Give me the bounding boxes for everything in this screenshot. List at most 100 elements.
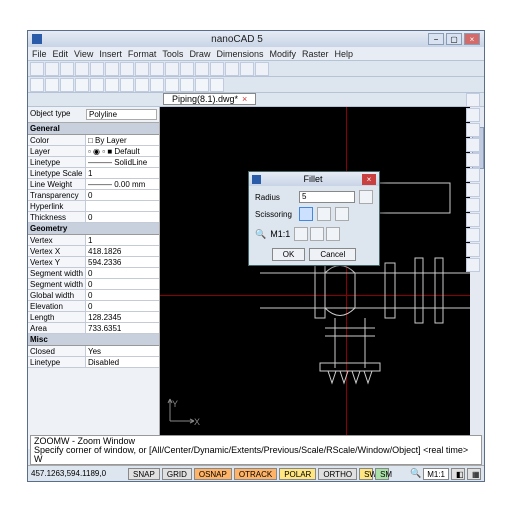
tool-icon[interactable] bbox=[165, 62, 179, 76]
prop-value[interactable]: 733.6351 bbox=[86, 323, 159, 333]
vtool-icon[interactable] bbox=[466, 108, 480, 122]
vtool-icon[interactable] bbox=[466, 93, 480, 107]
status-osnap[interactable]: OSNAP bbox=[194, 468, 232, 480]
prop-value[interactable]: ——— 0.00 mm bbox=[86, 179, 159, 189]
status-otrack[interactable]: OTRACK bbox=[234, 468, 277, 480]
tool-icon[interactable] bbox=[165, 78, 179, 92]
radius-input[interactable]: 5 bbox=[299, 191, 355, 203]
file-tab[interactable]: Piping(8.1).dwg*× bbox=[163, 93, 256, 105]
menu-file[interactable]: File bbox=[32, 47, 47, 60]
minimize-button[interactable]: − bbox=[428, 33, 444, 45]
tool-icon[interactable] bbox=[60, 62, 74, 76]
tool-icon[interactable] bbox=[30, 78, 44, 92]
tool-icon[interactable] bbox=[210, 78, 224, 92]
prop-value[interactable] bbox=[86, 201, 159, 211]
prop-value[interactable]: □ By Layer bbox=[86, 135, 159, 145]
prop-value[interactable]: Disabled bbox=[86, 357, 159, 367]
vtool-icon[interactable] bbox=[466, 213, 480, 227]
status-snap[interactable]: SNAP bbox=[128, 468, 160, 480]
tool-icon[interactable] bbox=[150, 62, 164, 76]
vtool-icon[interactable] bbox=[466, 123, 480, 137]
vtool-icon[interactable] bbox=[466, 258, 480, 272]
prop-value[interactable]: ▫ ◉ ▫ ■ Default bbox=[86, 146, 159, 156]
prop-value[interactable]: 0 bbox=[86, 268, 159, 278]
prop-value[interactable]: 1 bbox=[86, 168, 159, 178]
tool-icon[interactable] bbox=[45, 62, 59, 76]
dialog-tool-icon[interactable] bbox=[310, 227, 324, 241]
tool-icon[interactable] bbox=[150, 78, 164, 92]
tool-icon[interactable] bbox=[255, 62, 269, 76]
prop-value[interactable]: 594.2336 bbox=[86, 257, 159, 267]
tool-icon[interactable] bbox=[195, 62, 209, 76]
prop-value[interactable]: 418.1826 bbox=[86, 246, 159, 256]
menu-edit[interactable]: Edit bbox=[53, 47, 69, 60]
status-sm[interactable]: SM bbox=[375, 468, 389, 480]
menu-raster[interactable]: Raster bbox=[302, 47, 329, 60]
tool-icon[interactable] bbox=[45, 78, 59, 92]
prop-value[interactable]: 0 bbox=[86, 290, 159, 300]
status-ortho[interactable]: ORTHO bbox=[318, 468, 357, 480]
close-button[interactable]: × bbox=[464, 33, 480, 45]
tool-icon[interactable] bbox=[105, 78, 119, 92]
menu-insert[interactable]: Insert bbox=[99, 47, 122, 60]
tool-icon[interactable] bbox=[120, 78, 134, 92]
tool-icon[interactable] bbox=[75, 62, 89, 76]
prop-value[interactable]: 0 bbox=[86, 212, 159, 222]
tool-icon[interactable] bbox=[135, 62, 149, 76]
prop-value[interactable]: Yes bbox=[86, 346, 159, 356]
scissor-mode-icon[interactable] bbox=[299, 207, 313, 221]
file-tab-close-icon[interactable]: × bbox=[242, 93, 247, 105]
prop-value[interactable]: 0 bbox=[86, 279, 159, 289]
dialog-tool-icon[interactable] bbox=[326, 227, 340, 241]
prop-value[interactable]: 0 bbox=[86, 190, 159, 200]
status-extra-icon[interactable]: ▦ bbox=[467, 468, 481, 480]
tool-icon[interactable] bbox=[90, 78, 104, 92]
cancel-button[interactable]: Cancel bbox=[309, 248, 356, 261]
prop-value[interactable]: 1 bbox=[86, 235, 159, 245]
status-grid[interactable]: GRID bbox=[162, 468, 192, 480]
vtool-icon[interactable] bbox=[466, 153, 480, 167]
vtool-icon[interactable] bbox=[466, 243, 480, 257]
maximize-button[interactable]: ▢ bbox=[446, 33, 462, 45]
tool-icon[interactable] bbox=[135, 78, 149, 92]
menu-draw[interactable]: Draw bbox=[189, 47, 210, 60]
tool-icon[interactable] bbox=[90, 62, 104, 76]
tool-icon[interactable] bbox=[30, 62, 44, 76]
tool-icon[interactable] bbox=[210, 62, 224, 76]
menu-dimensions[interactable]: Dimensions bbox=[216, 47, 263, 60]
prop-value[interactable]: 0 bbox=[86, 301, 159, 311]
dialog-titlebar[interactable]: Fillet × bbox=[249, 172, 379, 186]
vtool-icon[interactable] bbox=[466, 138, 480, 152]
tool-icon[interactable] bbox=[225, 62, 239, 76]
status-scale[interactable]: M1:1 bbox=[423, 468, 449, 480]
vtool-icon[interactable] bbox=[466, 228, 480, 242]
drawing-canvas[interactable]: YX bbox=[160, 107, 470, 449]
tool-icon[interactable] bbox=[195, 78, 209, 92]
menu-tools[interactable]: Tools bbox=[162, 47, 183, 60]
status-polar[interactable]: POLAR bbox=[279, 468, 316, 480]
status-extra-icon[interactable]: ◧ bbox=[451, 468, 465, 480]
command-line[interactable]: ZOOMW - Zoom Window Specify corner of wi… bbox=[30, 435, 482, 465]
menu-view[interactable]: View bbox=[74, 47, 93, 60]
pencil-icon[interactable] bbox=[359, 190, 373, 204]
dialog-close-button[interactable]: × bbox=[362, 174, 376, 185]
menu-help[interactable]: Help bbox=[335, 47, 354, 60]
object-type-value[interactable]: Polyline bbox=[86, 109, 157, 120]
tool-icon[interactable] bbox=[180, 62, 194, 76]
menu-modify[interactable]: Modify bbox=[269, 47, 296, 60]
scissor-mode-icon[interactable] bbox=[335, 207, 349, 221]
vtool-icon[interactable] bbox=[466, 198, 480, 212]
vtool-icon[interactable] bbox=[466, 183, 480, 197]
tool-icon[interactable] bbox=[75, 78, 89, 92]
tool-icon[interactable] bbox=[60, 78, 74, 92]
status-sw[interactable]: SW bbox=[359, 468, 373, 480]
menu-format[interactable]: Format bbox=[128, 47, 157, 60]
tool-icon[interactable] bbox=[240, 62, 254, 76]
scissor-mode-icon[interactable] bbox=[317, 207, 331, 221]
tool-icon[interactable] bbox=[180, 78, 194, 92]
tool-icon[interactable] bbox=[105, 62, 119, 76]
ok-button[interactable]: OK bbox=[272, 248, 306, 261]
vtool-icon[interactable] bbox=[466, 168, 480, 182]
dialog-tool-icon[interactable] bbox=[294, 227, 308, 241]
tool-icon[interactable] bbox=[120, 62, 134, 76]
